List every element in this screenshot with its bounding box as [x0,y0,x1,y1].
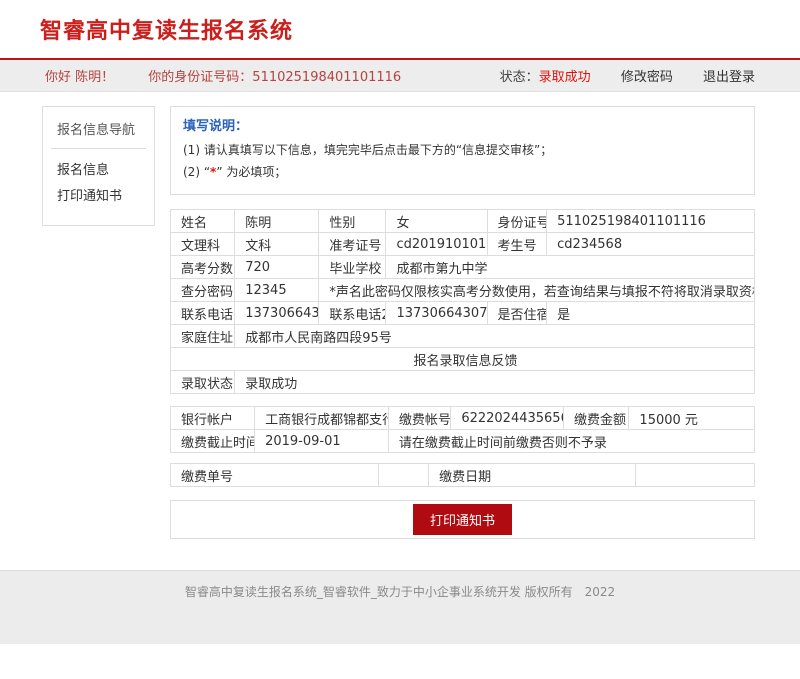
table-cell: 12345 [235,279,319,302]
user-bar: 你好 陈明！ 你的身份证号码：511025198401101116 状态：录取成… [0,60,800,92]
table-cell: 性别 [319,210,386,233]
user-bar-left: 你好 陈明！ 你的身份证号码：511025198401101116 [45,66,401,85]
table-cell: 文理科 [171,233,235,256]
table-cell: *声名此密码仅限核实高考分数使用，若查询结果与填报不符将取消录取资格 [319,279,755,302]
table-cell: 720 [235,256,319,279]
sidebar: 报名信息导航 报名信息 打印通知书 [42,106,155,226]
table-row: 查分密码12345*声名此密码仅限核实高考分数使用，若查询结果与填报不符将取消录… [171,279,755,302]
table-cell: 缴费金额 [564,407,629,430]
table-cell: 女 [386,210,487,233]
sidebar-divider [51,148,146,149]
user-bar-right: 状态：录取成功 修改密码 退出登录 [474,66,755,85]
instructions-line-1: (1) 请认真填写以下信息，填完完毕后点击最下方的“信息提交审核”； [183,141,742,158]
table-row: 文理科文科准考证号cd20191010115考生号cd234568 [171,233,755,256]
table-cell: 联系电话2 [319,302,386,325]
footer: 智睿高中复读生报名系统_智睿软件_致力于中小企事业系统开发 版权所有 2022 [0,570,800,644]
app-title: 智睿高中复读生报名系统 [40,13,293,45]
table-cell: 缴费单号 [171,464,379,487]
table-cell: 姓名 [171,210,235,233]
status-label: 状态： [500,70,539,85]
content-area: 报名信息导航 报名信息 打印通知书 填写说明： (1) 请认真填写以下信息，填完… [0,92,800,539]
table-cell: 缴费日期 [429,464,636,487]
student-info-table: 姓名陈明性别女身份证号511025198401101116文理科文科准考证号cd… [170,209,755,394]
receipt-table: 缴费单号 缴费日期 [170,463,755,487]
sidebar-item-registration-info[interactable]: 报名信息 [57,159,146,178]
table-cell: 缴费帐号 [388,407,450,430]
table-cell: 报名录取信息反馈 [171,348,755,371]
table-row: 缴费截止时间2019-09-01请在缴费截止时间前缴费否则不予录 [171,430,755,453]
table-cell: 录取状态 [171,371,235,394]
table-cell [378,464,428,487]
table-row: 缴费单号 缴费日期 [171,464,755,487]
payment-info-table: 银行帐户工商银行成都锦都支行缴费帐号622202443565683缴费金额150… [170,406,755,453]
table-row: 银行帐户工商银行成都锦都支行缴费帐号622202443565683缴费金额150… [171,407,755,430]
instructions-line-2-prefix: (2) “ [183,165,210,179]
table-row: 录取状态录取成功 [171,371,755,394]
table-cell: 毕业学校 [319,256,386,279]
table-cell: 联系电话1 [171,302,235,325]
logout-link[interactable]: 退出登录 [703,70,755,85]
id-label: 你的身份证号码： [148,70,252,85]
footer-text: 智睿高中复读生报名系统_智睿软件_致力于中小企事业系统开发 版权所有 2022 [0,583,800,600]
table-cell: 银行帐户 [171,407,255,430]
table-cell [635,464,754,487]
page: 智睿高中复读生报名系统 你好 陈明！ 你的身份证号码：5110251984011… [0,0,800,679]
table-cell: cd20191010115 [386,233,487,256]
id-value: 511025198401101116 [252,70,401,85]
table-cell: 陈明 [235,210,319,233]
table-cell: 考生号 [487,233,547,256]
instructions-line-2: (2) “*” 为必填项； [183,163,742,180]
table-cell: 是 [547,302,755,325]
table-row: 报名录取信息反馈 [171,348,755,371]
table-row: 联系电话113730664309联系电话213730664307是否住宿是 [171,302,755,325]
sidebar-title: 报名信息导航 [57,119,146,138]
table-row: 姓名陈明性别女身份证号511025198401101116 [171,210,755,233]
table-cell: 身份证号 [487,210,547,233]
table-cell: 13730664309 [235,302,319,325]
main-panel: 填写说明： (1) 请认真填写以下信息，填完完毕后点击最下方的“信息提交审核”；… [170,106,755,539]
table-cell: 13730664307 [386,302,487,325]
action-bar: 打印通知书 [170,500,755,539]
status-value: 录取成功 [539,70,591,85]
user-greeting: 你好 陈明！ [45,70,114,85]
table-cell: 录取成功 [235,371,755,394]
table-cell: 15000 元 [629,407,755,430]
table-cell: 请在缴费截止时间前缴费否则不予录 [388,430,754,453]
change-password-link[interactable]: 修改密码 [621,70,673,85]
table-cell: 家庭住址 [171,325,235,348]
instructions-line-2-suffix: ” 为必填项； [216,165,286,179]
table-cell: 622202443565683 [451,407,564,430]
table-row: 家庭住址成都市人民南路四段95号 [171,325,755,348]
table-cell: 成都市第九中学 [386,256,755,279]
table-cell: 文科 [235,233,319,256]
table-cell: 查分密码 [171,279,235,302]
table-cell: 高考分数 [171,256,235,279]
instructions-title: 填写说明： [183,115,742,134]
table-cell: cd234568 [547,233,755,256]
table-row: 高考分数720毕业学校成都市第九中学 [171,256,755,279]
table-cell: 工商银行成都锦都支行 [255,407,389,430]
print-notice-button[interactable]: 打印通知书 [413,504,512,535]
table-cell: 缴费截止时间 [171,430,255,453]
table-cell: 准考证号 [319,233,386,256]
sidebar-item-print-notice[interactable]: 打印通知书 [57,185,146,204]
instructions-box: 填写说明： (1) 请认真填写以下信息，填完完毕后点击最下方的“信息提交审核”；… [170,106,755,195]
table-cell: 成都市人民南路四段95号 [235,325,755,348]
table-cell: 511025198401101116 [547,210,755,233]
table-cell: 是否住宿 [487,302,547,325]
app-header: 智睿高中复读生报名系统 [0,0,800,58]
table-cell: 2019-09-01 [255,430,389,453]
